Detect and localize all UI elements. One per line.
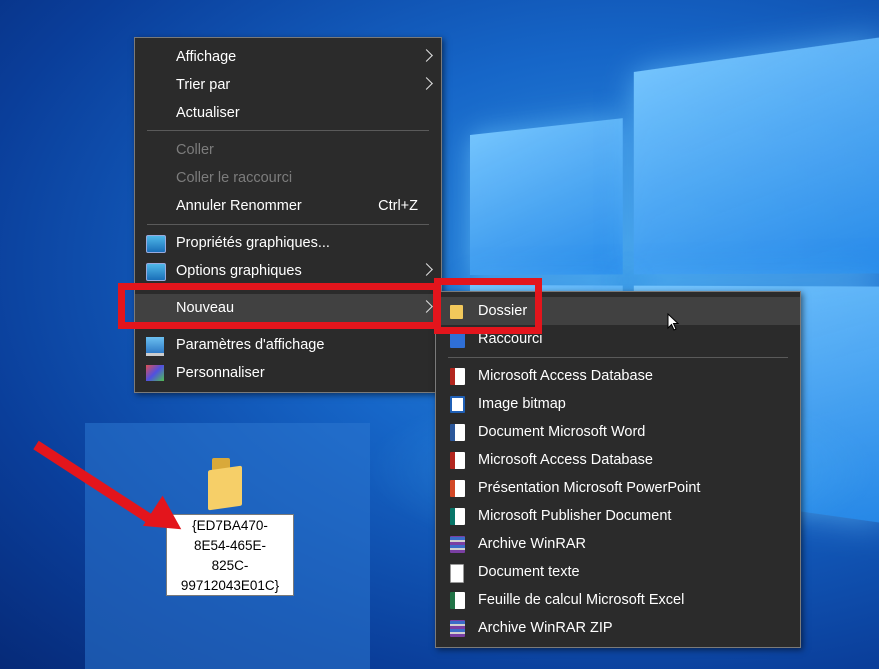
publisher-icon <box>450 508 465 525</box>
chevron-right-icon <box>420 77 433 90</box>
menu-item-parametres-affichage[interactable]: Paramètres d'affichage <box>135 331 441 359</box>
rename-line: 825C- <box>211 558 249 573</box>
mouse-cursor-icon <box>667 313 679 331</box>
submenu-item-excel[interactable]: Feuille de calcul Microsoft Excel <box>436 586 800 614</box>
display-settings-icon <box>146 337 164 356</box>
menu-item-label: Document texte <box>478 564 580 580</box>
bitmap-icon <box>450 396 465 413</box>
menu-item-label: Microsoft Access Database <box>478 368 653 384</box>
menu-item-label: Options graphiques <box>176 263 302 279</box>
menu-item-affichage[interactable]: Affichage <box>135 43 441 71</box>
chevron-right-icon <box>420 49 433 62</box>
menu-separator <box>448 357 788 358</box>
menu-item-trier-par[interactable]: Trier par <box>135 71 441 99</box>
graphics-properties-icon <box>146 235 166 253</box>
menu-item-personnaliser[interactable]: Personnaliser <box>135 359 441 387</box>
rename-line: 99712043E01C} <box>180 578 280 593</box>
menu-item-annuler-renommer[interactable]: Annuler Renommer Ctrl+Z <box>135 192 441 220</box>
access-icon <box>450 368 465 385</box>
graphics-options-icon <box>146 263 166 281</box>
access-icon <box>450 452 465 469</box>
submenu-item-winrar-zip[interactable]: Archive WinRAR ZIP <box>436 614 800 642</box>
menu-item-label: Feuille de calcul Microsoft Excel <box>478 592 685 608</box>
menu-item-label: Image bitmap <box>478 396 566 412</box>
menu-item-label: Microsoft Access Database <box>478 452 653 468</box>
chevron-right-icon <box>420 263 433 276</box>
menu-item-label: Personnaliser <box>176 365 265 381</box>
submenu-item-winrar[interactable]: Archive WinRAR <box>436 530 800 558</box>
submenu-item-access-database-2[interactable]: Microsoft Access Database <box>436 446 800 474</box>
submenu-item-word-document[interactable]: Document Microsoft Word <box>436 418 800 446</box>
menu-item-label: Coller le raccourci <box>176 170 293 186</box>
menu-item-label: Microsoft Publisher Document <box>478 508 672 524</box>
menu-item-label: Coller <box>176 142 214 158</box>
highlight-box-nouveau <box>118 283 440 329</box>
submenu-item-access-database[interactable]: Microsoft Access Database <box>436 362 800 390</box>
submenu-item-text-document[interactable]: Document texte <box>436 558 800 586</box>
menu-item-options-graphiques[interactable]: Options graphiques <box>135 257 441 285</box>
menu-item-label: Annuler Renommer <box>176 198 302 214</box>
menu-item-label: Archive WinRAR <box>478 536 586 552</box>
menu-item-label: Document Microsoft Word <box>478 424 646 440</box>
new-submenu: Dossier Raccourci Microsoft Access Datab… <box>435 291 801 648</box>
menu-item-actualiser[interactable]: Actualiser <box>135 99 441 127</box>
highlight-box-dossier <box>434 278 542 334</box>
excel-icon <box>450 592 465 609</box>
menu-item-label: Affichage <box>176 49 237 65</box>
menu-separator <box>147 130 429 131</box>
word-icon <box>450 424 465 441</box>
submenu-item-image-bitmap[interactable]: Image bitmap <box>436 390 800 418</box>
desktop-folder-icon[interactable] <box>208 458 244 511</box>
menu-item-label: Propriétés graphiques... <box>176 235 330 251</box>
menu-item-shortcut: Ctrl+Z <box>378 198 418 214</box>
submenu-item-publisher[interactable]: Microsoft Publisher Document <box>436 502 800 530</box>
menu-item-label: Trier par <box>176 77 231 93</box>
menu-item-label: Présentation Microsoft PowerPoint <box>478 480 701 496</box>
menu-item-label: Actualiser <box>176 105 240 121</box>
menu-item-label: Paramètres d'affichage <box>176 337 325 353</box>
menu-item-coller-raccourci: Coller le raccourci <box>135 164 441 192</box>
rename-text-field[interactable]: {ED7BA470- 8E54-465E- 825C- 99712043E01C… <box>166 514 294 596</box>
powerpoint-icon <box>450 480 465 497</box>
rename-line: 8E54-465E- <box>193 538 267 553</box>
menu-item-proprietes-graphiques[interactable]: Propriétés graphiques... <box>135 229 441 257</box>
menu-item-label: Archive WinRAR ZIP <box>478 620 613 636</box>
submenu-item-powerpoint[interactable]: Présentation Microsoft PowerPoint <box>436 474 800 502</box>
menu-separator <box>147 224 429 225</box>
menu-item-coller: Coller <box>135 136 441 164</box>
winrar-icon <box>450 536 465 553</box>
winrar-zip-icon <box>450 620 465 637</box>
personalize-icon <box>146 365 164 381</box>
text-document-icon <box>450 564 464 583</box>
desktop-context-menu: Affichage Trier par Actualiser Coller Co… <box>134 37 442 393</box>
